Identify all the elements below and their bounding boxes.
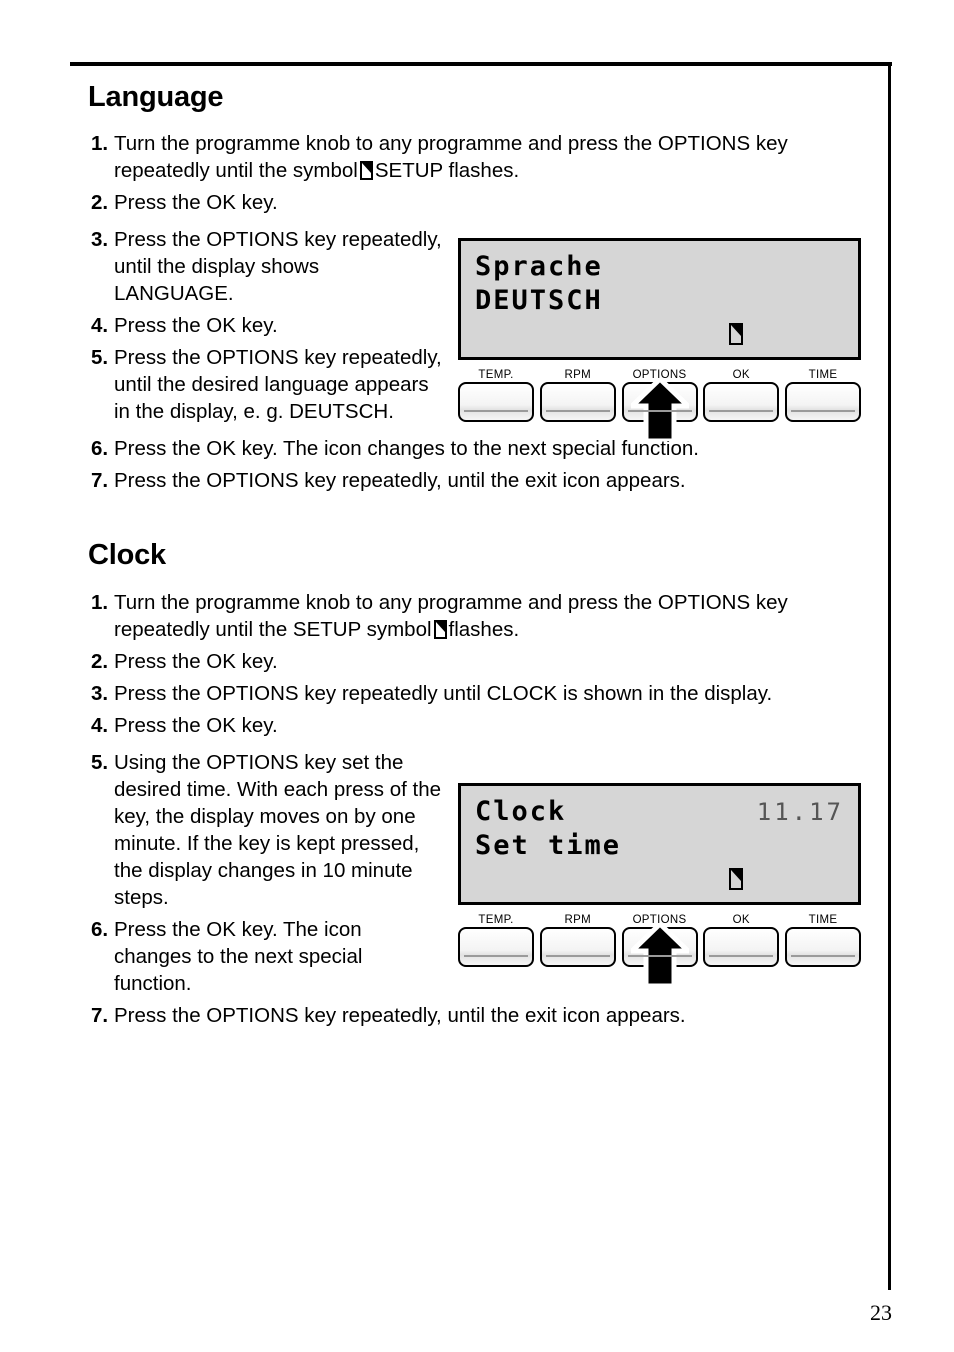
step-text-after: SETUP flashes. bbox=[374, 159, 520, 183]
control-panel-language: Sprache DEUTSCH TEMP. RPM OPTIONS OK TIM… bbox=[458, 238, 861, 441]
step-text: Press the OK key. bbox=[114, 191, 278, 215]
step-number: 5. bbox=[91, 346, 109, 370]
key-label: TEMP. bbox=[478, 914, 514, 926]
step-text: Press the OK key. bbox=[114, 649, 278, 673]
step-number: 4. bbox=[91, 713, 109, 737]
setup-icon bbox=[729, 868, 743, 890]
setup-symbol-icon bbox=[359, 161, 373, 181]
list-item: 6. Press the OK key. The icon changes to… bbox=[88, 435, 878, 462]
manual-page: Language 1. Turn the programme knob to a… bbox=[0, 0, 954, 1352]
key-label: RPM bbox=[564, 369, 591, 381]
lcd-display: Sprache DEUTSCH bbox=[458, 238, 861, 360]
key-rpm[interactable]: RPM bbox=[539, 368, 616, 422]
lcd-line-2: Set time bbox=[475, 830, 622, 861]
key-cap[interactable] bbox=[785, 382, 861, 422]
key-row: TEMP. RPM OPTIONS OK TIME bbox=[458, 368, 861, 441]
key-label: OPTIONS bbox=[632, 369, 687, 381]
key-cap[interactable] bbox=[621, 379, 698, 441]
step-text: Press the OPTIONS key repeatedly, until … bbox=[114, 228, 442, 306]
key-time[interactable]: TIME bbox=[785, 368, 861, 422]
step-number: 5. bbox=[91, 750, 109, 774]
key-cap[interactable] bbox=[621, 924, 698, 986]
key-cap[interactable] bbox=[539, 927, 616, 967]
list-item: 2. Press the OK key. bbox=[88, 189, 878, 216]
step-text: Press the OPTIONS key repeatedly, until … bbox=[114, 1003, 686, 1027]
step-number: 4. bbox=[91, 314, 109, 338]
step-number: 1. bbox=[91, 590, 109, 614]
step-text: Press the OK key. bbox=[114, 713, 278, 737]
key-cap[interactable] bbox=[539, 382, 616, 422]
key-temp[interactable]: TEMP. bbox=[458, 913, 534, 967]
list-item: 2. Press the OK key. bbox=[88, 648, 878, 675]
step-text: Press the OK key. The icon changes to th… bbox=[114, 437, 699, 461]
key-cap[interactable] bbox=[785, 927, 861, 967]
step-text: Press the OPTIONS key repeatedly, until … bbox=[114, 346, 442, 424]
key-ok[interactable]: OK bbox=[703, 913, 780, 967]
setup-icon bbox=[729, 323, 743, 345]
key-time[interactable]: TIME bbox=[785, 913, 861, 967]
key-label: TIME bbox=[808, 369, 838, 381]
list-item: 4. Press the OK key. bbox=[88, 712, 878, 739]
key-label: OK bbox=[732, 914, 750, 926]
key-cap[interactable] bbox=[703, 927, 780, 967]
key-options[interactable]: OPTIONS bbox=[621, 913, 698, 986]
page-right-rule bbox=[888, 62, 891, 1290]
section-title-language: Language bbox=[88, 81, 224, 113]
step-text-after: flashes. bbox=[448, 617, 520, 641]
step-text: Turn the programme knob to any programme… bbox=[114, 589, 878, 643]
list-item: 1. Turn the programme knob to any progra… bbox=[88, 130, 878, 184]
step-text: Using the OPTIONS key set the desired ti… bbox=[114, 750, 442, 909]
step-number: 3. bbox=[91, 681, 109, 705]
list-item: 1. Turn the programme knob to any progra… bbox=[88, 589, 878, 643]
key-temp[interactable]: TEMP. bbox=[458, 368, 534, 422]
control-panel-clock: Clock Set time 11.17 TEMP. RPM OPTIONS O… bbox=[458, 783, 861, 986]
key-cap[interactable] bbox=[458, 927, 534, 967]
step-number: 2. bbox=[91, 191, 109, 215]
step-text: Press the OK key. bbox=[114, 314, 278, 338]
step-text: Press the OPTIONS key repeatedly until C… bbox=[114, 681, 773, 705]
step-number: 7. bbox=[91, 1003, 109, 1027]
key-label: RPM bbox=[564, 914, 591, 926]
page-top-rule bbox=[70, 62, 892, 66]
key-cap[interactable] bbox=[703, 382, 780, 422]
step-text: Press the OPTIONS key repeatedly, until … bbox=[114, 469, 686, 493]
lcd-line-2: DEUTSCH bbox=[475, 285, 603, 316]
step-text: Press the OK key. The icon changes to th… bbox=[114, 917, 363, 995]
step-number: 1. bbox=[91, 132, 109, 156]
lcd-display: Clock Set time 11.17 bbox=[458, 783, 861, 905]
key-ok[interactable]: OK bbox=[703, 368, 780, 422]
setup-symbol-icon bbox=[433, 619, 447, 639]
step-number: 3. bbox=[91, 228, 109, 252]
page-number: 23 bbox=[870, 1300, 892, 1325]
list-item: 3. Press the OPTIONS key repeatedly unti… bbox=[88, 680, 878, 707]
key-options[interactable]: OPTIONS bbox=[621, 368, 698, 441]
list-item: 7. Press the OPTIONS key repeatedly, unt… bbox=[88, 1002, 878, 1029]
step-number: 6. bbox=[91, 437, 109, 461]
lcd-line-1: Clock bbox=[475, 796, 567, 827]
key-label: OK bbox=[732, 369, 750, 381]
lcd-time: 11.17 bbox=[756, 798, 844, 826]
step-number: 7. bbox=[91, 469, 109, 493]
step-text: Turn the programme knob to any programme… bbox=[114, 130, 878, 184]
key-rpm[interactable]: RPM bbox=[539, 913, 616, 967]
lcd-line-1: Sprache bbox=[475, 251, 603, 282]
key-label: TIME bbox=[808, 914, 838, 926]
key-cap[interactable] bbox=[458, 382, 534, 422]
key-label: OPTIONS bbox=[632, 914, 687, 926]
list-item: 7. Press the OPTIONS key repeatedly, unt… bbox=[88, 467, 878, 494]
step-number: 6. bbox=[91, 917, 109, 941]
key-label: TEMP. bbox=[478, 369, 514, 381]
step-number: 2. bbox=[91, 649, 109, 673]
key-row: TEMP. RPM OPTIONS OK TIME bbox=[458, 913, 861, 986]
section-title-clock: Clock bbox=[88, 539, 166, 572]
